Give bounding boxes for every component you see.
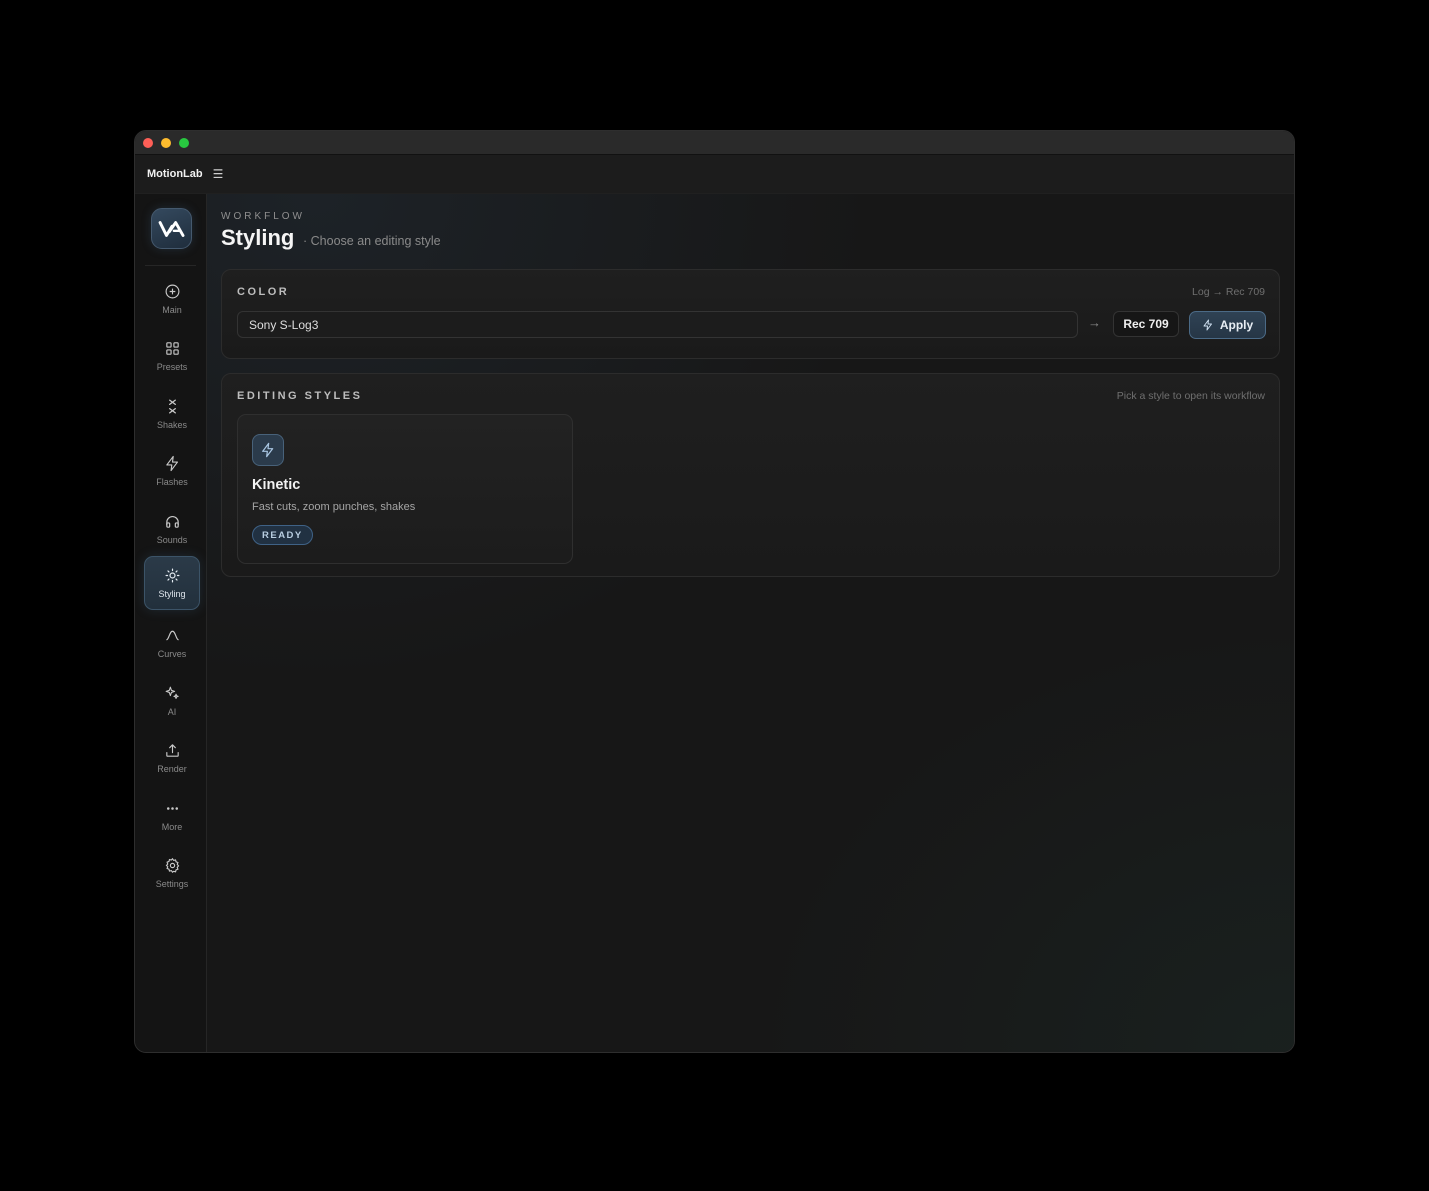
color-panel-hint: Log → Rec 709 (1192, 286, 1265, 298)
sidebar-item-presets[interactable]: Presets (144, 330, 200, 382)
lightning-icon (1203, 319, 1212, 331)
grid-icon (165, 342, 179, 355)
source-profile-input[interactable] (237, 311, 1078, 338)
sidebar-item-more[interactable]: More (144, 790, 200, 842)
more-icon (166, 807, 178, 810)
app-bar: MotionLab ☰ (135, 155, 1294, 194)
motionlab-logo[interactable] (151, 208, 192, 249)
logo-mark-icon (158, 220, 184, 237)
sidebar-item-label: Flashes (156, 477, 188, 487)
sidebar-item-styling[interactable]: Styling (144, 556, 200, 610)
status-badge: READY (252, 525, 313, 545)
gear-icon (165, 857, 179, 874)
sidebar-item-flashes[interactable]: Flashes (144, 445, 200, 497)
editing-styles-panel: EDITING STYLES Pick a style to open its … (221, 373, 1280, 577)
app-window: MotionLab ☰ Main Presets Shakes Flashes … (134, 130, 1295, 1053)
sidebar-item-label: Main (162, 305, 182, 315)
sidebar-item-label: Styling (158, 589, 186, 599)
sun-icon (165, 568, 179, 583)
curve-icon (165, 630, 179, 641)
lightning-icon (252, 434, 284, 466)
sidebar-item-label: Settings (155, 879, 189, 889)
arrow-right-icon: → (1088, 315, 1101, 330)
color-panel-title: COLOR (237, 286, 290, 298)
style-card-description: Fast cuts, zoom punches, shakes (252, 501, 416, 513)
style-card-title: Kinetic (252, 477, 301, 493)
lightning-icon (165, 455, 178, 472)
apply-button[interactable]: Apply (1189, 311, 1266, 339)
minimize-window-button[interactable] (161, 137, 171, 148)
sidebar-item-label: Sounds (156, 535, 188, 545)
app-name: MotionLab (147, 168, 203, 180)
hamburger-icon[interactable]: ☰ (213, 168, 224, 180)
editing-styles-title: EDITING STYLES (237, 390, 363, 402)
sidebar: Main Presets Shakes Flashes Sounds Styli… (135, 194, 207, 1052)
close-window-button[interactable] (143, 137, 153, 148)
shake-icon (168, 399, 176, 414)
sparkles-icon (165, 686, 179, 699)
sidebar-item-label: Curves (157, 649, 187, 659)
upload-icon (165, 744, 179, 757)
page-title: Styling (221, 225, 295, 250)
sidebar-divider (145, 265, 196, 266)
target-profile-select[interactable]: Rec 709 (1113, 311, 1179, 337)
sidebar-item-render[interactable]: Render (144, 732, 200, 784)
color-panel: COLOR Log → Rec 709 → Rec 709 Apply (221, 269, 1280, 359)
headphones-icon (165, 516, 179, 528)
sidebar-item-label: Shakes (156, 420, 188, 430)
sidebar-item-ai[interactable]: AI (144, 675, 200, 727)
style-card-kinetic[interactable]: Kinetic Fast cuts, zoom punches, shakes … (237, 414, 573, 564)
maximize-window-button[interactable] (179, 137, 189, 148)
sidebar-item-shakes[interactable]: Shakes (144, 388, 200, 440)
sidebar-item-settings[interactable]: Settings (144, 847, 200, 899)
sidebar-item-sounds[interactable]: Sounds (144, 503, 200, 555)
title-bar (135, 131, 1294, 155)
sidebar-item-label: Presets (156, 362, 188, 372)
apply-button-label: Apply (1219, 318, 1254, 332)
sidebar-item-label: AI (167, 707, 177, 717)
sidebar-item-label: Render (157, 764, 187, 774)
sidebar-item-label: More (161, 822, 183, 832)
sidebar-item-curves[interactable]: Curves (144, 617, 200, 669)
editing-styles-hint: Pick a style to open its workflow (1116, 390, 1265, 402)
section-kicker: WORKFLOW (221, 211, 305, 222)
page-subtitle: · Choose an editing style (303, 234, 441, 248)
main-content: WORKFLOW Styling · Choose an editing sty… (207, 194, 1294, 1052)
sidebar-item-main[interactable]: Main (144, 273, 200, 325)
plus-circle-icon (165, 284, 179, 299)
